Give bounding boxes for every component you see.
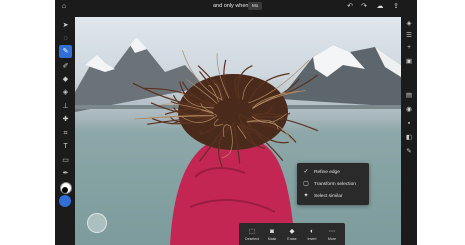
invert-icon: ◐ [310,228,314,235]
checkmark-icon: ✓ [303,169,309,175]
eyedropper-icon[interactable]: ✒ [59,167,72,180]
mask-icon: ◙ [270,228,274,235]
mask-layer-icon[interactable]: ▣ [404,57,414,67]
left-toolbar: ➤ ◌ ✎ ✐ ◆ ◈ ⊥ ✚ ⌗ T ▭ ✒ [55,17,75,245]
menu-item-transform-selection[interactable]: ▢ Transform selection [301,179,367,191]
brush-icon[interactable]: ✐ [59,60,72,73]
menu-item-select-similar[interactable]: ✦ Select similar [301,191,367,203]
more-icon: ⋯ [328,228,336,235]
photo-image [75,37,401,245]
deselect-button[interactable]: ⬚ Deselect [243,226,261,245]
select-arrow-icon[interactable]: ➤ [59,19,72,32]
brush-cursor[interactable] [87,213,107,233]
eraser-icon[interactable]: ◆ [59,73,72,86]
home-icon[interactable]: ⌂ [59,2,69,12]
more-button[interactable]: ⋯ More [323,226,341,245]
deselect-icon: ⬚ [248,228,256,235]
erase-button[interactable]: ◆ Erase [283,226,301,245]
menu-item-refine-edge[interactable]: ✓ Refine edge [301,167,367,179]
undo-icon[interactable]: ↶ [345,2,355,12]
layers-icon[interactable]: ◈ [404,19,414,29]
magic-wand-icon: ✦ [303,193,309,199]
quick-select-icon[interactable]: ✎ [59,45,72,58]
right-panel-bar: ◈ ☰ + ▣ ▤ ◉ ▪ ◧ ✎ [401,17,417,245]
adjustments-icon[interactable]: ▤ [404,91,414,101]
share-icon[interactable]: ⇪ [391,2,401,12]
visibility-icon[interactable]: ◉ [404,105,414,115]
document-badge[interactable]: Mo [248,2,263,10]
heal-icon[interactable]: ✚ [59,113,72,126]
place-image-icon[interactable]: ▭ [59,154,72,167]
top-bar: ⌂ and only when Mo ↶ ↷ ☁ ⇪ [55,0,417,17]
eraser-icon: ◆ [289,228,295,235]
invert-button[interactable]: ◐ Invert [303,226,321,245]
secondary-color-icon[interactable] [62,187,68,193]
mask-button[interactable]: ◙ Mask [263,226,281,245]
photoshop-app-window: ⌂ and only when Mo ↶ ↷ ☁ ⇪ ➤ ◌ ✎ ✐ ◆ ◈ ⊥… [55,0,417,245]
cloud-icon[interactable]: ☁ [375,2,385,12]
stack-icon[interactable]: ☰ [404,31,414,41]
fx-icon[interactable]: ▪ [404,119,414,129]
context-menu: ✓ Refine edge ▢ Transform selection ✦ Se… [297,163,369,205]
canvas[interactable]: ✓ Refine edge ▢ Transform selection ✦ Se… [75,17,401,245]
transform-icon: ▢ [303,181,309,187]
more-options-icon[interactable]: ✎ [404,147,414,157]
properties-icon[interactable]: ◧ [404,133,414,143]
clone-stamp-icon[interactable]: ⊥ [59,100,72,113]
lasso-icon[interactable]: ◌ [59,32,72,45]
crop-icon[interactable]: ⌗ [59,127,72,140]
fill-icon[interactable]: ◈ [59,86,72,99]
selection-action-bar: ⬚ Deselect ◙ Mask ◆ Erase ◐ Invert ⋯ Mor… [239,223,345,245]
type-icon[interactable]: T [59,140,72,153]
add-layer-icon[interactable]: + [404,43,414,53]
redo-icon[interactable]: ↷ [359,2,369,12]
brush-tip-icon[interactable] [59,195,71,207]
document-title[interactable]: and only when [213,3,248,9]
